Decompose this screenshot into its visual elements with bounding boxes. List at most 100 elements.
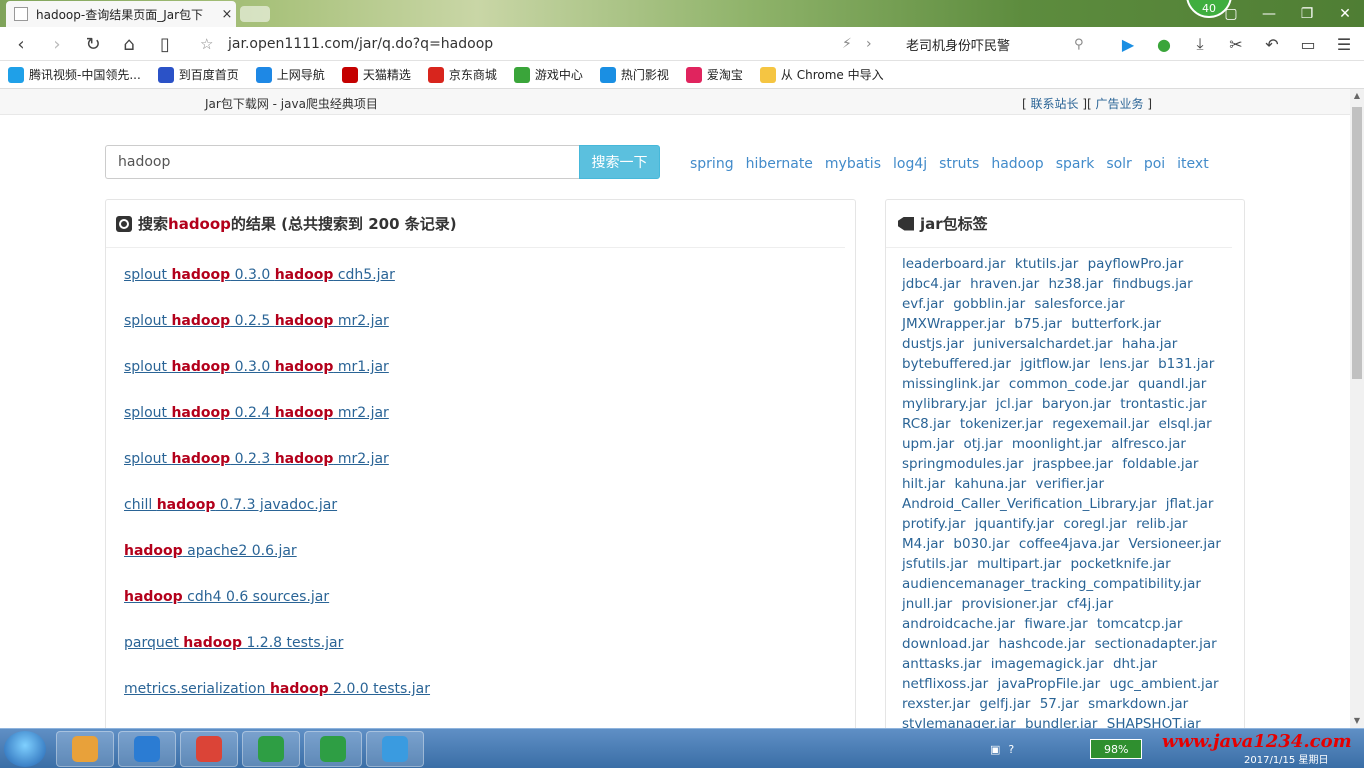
tag-link[interactable]: otj.jar [963, 436, 1002, 452]
clock-date[interactable]: 2017/1/15 星期日 [1244, 751, 1328, 766]
scroll-down-icon[interactable]: ▼ [1350, 714, 1364, 728]
result-link[interactable]: splout hadoop 0.2.3 hadoop mr2.jar [124, 451, 389, 467]
tag-link[interactable]: M4.jar [902, 536, 944, 552]
reload-icon[interactable]: ↻ [76, 27, 110, 61]
tag-link[interactable]: common_code.jar [1009, 376, 1129, 392]
url-field[interactable]: ☆ jar.open1111.com/jar/q.do?q=hadoop ⚡ › [200, 30, 890, 58]
chevron-right-icon[interactable]: › [866, 36, 890, 52]
taskbar-app-camtasia2[interactable] [304, 731, 362, 767]
quick-link[interactable]: solr [1106, 156, 1132, 172]
tag-link[interactable]: gelfj.jar [979, 696, 1030, 712]
menu-icon[interactable]: ☰ [1326, 27, 1362, 61]
tag-link[interactable]: RC8.jar [902, 416, 951, 432]
quick-link[interactable]: mybatis [825, 156, 881, 172]
tag-link[interactable]: ugc_ambient.jar [1110, 676, 1219, 692]
url-text[interactable]: jar.open1111.com/jar/q.do?q=hadoop [228, 36, 842, 52]
result-link[interactable]: parquet hadoop 1.2.8 tests.jar [124, 635, 343, 651]
tag-link[interactable]: SHAPSHOT.jar [1107, 716, 1201, 728]
tag-link[interactable]: alfresco.jar [1111, 436, 1186, 452]
tag-link[interactable]: hilt.jar [902, 476, 945, 492]
bookmark-item[interactable]: 腾讯视频-中国领先... [8, 66, 141, 83]
tag-link[interactable]: 57.jar [1040, 696, 1079, 712]
quick-link[interactable]: hibernate [746, 156, 813, 172]
tag-link[interactable]: protify.jar [902, 516, 966, 532]
tag-link[interactable]: netflixoss.jar [902, 676, 988, 692]
back-icon[interactable]: ‹ [4, 27, 38, 61]
tag-link[interactable]: payflowPro.jar [1088, 256, 1184, 272]
tag-link[interactable]: juniversalchardet.jar [973, 336, 1112, 352]
download-icon[interactable]: ⤓ [1182, 27, 1218, 61]
tag-link[interactable]: b75.jar [1014, 316, 1062, 332]
tag-link[interactable]: quandl.jar [1138, 376, 1206, 392]
result-link[interactable]: splout hadoop 0.2.4 hadoop mr2.jar [124, 405, 389, 421]
tray-icon[interactable]: ▣ [990, 743, 1000, 756]
tag-link[interactable]: mylibrary.jar [902, 396, 987, 412]
tag-link[interactable]: moonlight.jar [1012, 436, 1102, 452]
search-button[interactable]: 搜索一下 [579, 145, 660, 179]
close-window-icon[interactable]: ✕ [1326, 0, 1364, 27]
tag-link[interactable]: ktutils.jar [1015, 256, 1078, 272]
battery-indicator[interactable]: 98% [1090, 739, 1143, 759]
bookmark-item[interactable]: 热门影视 [599, 66, 669, 83]
tag-link[interactable]: relib.jar [1136, 516, 1188, 532]
minimize-icon[interactable]: — [1250, 0, 1288, 27]
tag-link[interactable]: cf4j.jar [1067, 596, 1113, 612]
bookmark-item[interactable]: 京东商城 [427, 66, 497, 83]
tag-link[interactable]: jdbc4.jar [902, 276, 961, 292]
tag-link[interactable]: findbugs.jar [1112, 276, 1192, 292]
scissors-icon[interactable]: ✂ [1218, 27, 1254, 61]
tag-link[interactable]: springmodules.jar [902, 456, 1024, 472]
wechat-icon[interactable]: ● [1146, 27, 1182, 61]
result-link[interactable]: hadoop cdh4 0.6 sources.jar [124, 589, 329, 605]
tag-link[interactable]: smarkdown.jar [1088, 696, 1188, 712]
search-icon[interactable]: ⚲ [1074, 37, 1096, 52]
tag-link[interactable]: butterfork.jar [1071, 316, 1161, 332]
tag-link[interactable]: download.jar [902, 636, 989, 652]
bookmark-item[interactable]: 到百度首页 [157, 66, 239, 83]
tag-link[interactable]: upm.jar [902, 436, 954, 452]
result-link[interactable]: splout hadoop 0.3.0 hadoop cdh5.jar [124, 267, 395, 283]
bookmark-star-icon[interactable]: ☆ [200, 35, 228, 53]
tag-link[interactable]: tomcatcp.jar [1097, 616, 1183, 632]
video-play-icon[interactable]: ▶ [1110, 27, 1146, 61]
tag-link[interactable]: provisioner.jar [962, 596, 1058, 612]
bookmark-item[interactable]: 从 Chrome 中导入 [759, 66, 884, 83]
tag-link[interactable]: trontastic.jar [1120, 396, 1206, 412]
bookmark-item[interactable]: 爱淘宝 [685, 66, 743, 83]
tag-link[interactable]: JMXWrapper.jar [902, 316, 1005, 332]
tag-link[interactable]: multipart.jar [977, 556, 1061, 572]
tag-link[interactable]: imagemagick.jar [991, 656, 1104, 672]
forward-icon[interactable]: › [40, 27, 74, 61]
tag-link[interactable]: b030.jar [953, 536, 1009, 552]
tag-link[interactable]: gobblin.jar [953, 296, 1025, 312]
result-link[interactable]: metrics.serialization hadoop 2.0.0 tests… [124, 681, 430, 697]
result-link[interactable]: splout hadoop 0.3.0 hadoop mr1.jar [124, 359, 389, 375]
tag-link[interactable]: coffee4java.jar [1019, 536, 1119, 552]
skin-icon[interactable]: ▢ [1212, 0, 1250, 27]
tag-link[interactable]: sectionadapter.jar [1095, 636, 1217, 652]
tag-link[interactable]: b131.jar [1158, 356, 1214, 372]
tag-link[interactable]: jflat.jar [1166, 496, 1214, 512]
tab-close-icon[interactable]: × [218, 7, 236, 22]
tag-link[interactable]: anttasks.jar [902, 656, 981, 672]
quick-link[interactable]: struts [939, 156, 979, 172]
help-icon[interactable]: ? [1008, 743, 1014, 756]
search-input[interactable]: hadoop [105, 145, 579, 179]
reader-icon[interactable]: ▯ [148, 27, 182, 61]
tag-link[interactable]: tokenizer.jar [960, 416, 1043, 432]
tag-link[interactable]: jgitflow.jar [1020, 356, 1090, 372]
tag-link[interactable]: hz38.jar [1048, 276, 1103, 292]
taskbar-app-chrome[interactable] [180, 731, 238, 767]
tag-link[interactable]: dustjs.jar [902, 336, 964, 352]
tag-link[interactable]: coregl.jar [1063, 516, 1126, 532]
result-link[interactable]: chill hadoop 0.7.3 javadoc.jar [124, 497, 337, 513]
tag-link[interactable]: androidcache.jar [902, 616, 1015, 632]
taskbar-app-multicolor[interactable] [56, 731, 114, 767]
tag-link[interactable]: salesforce.jar [1034, 296, 1124, 312]
tag-link[interactable]: hraven.jar [970, 276, 1039, 292]
tag-link[interactable]: hashcode.jar [998, 636, 1085, 652]
flash-icon[interactable]: ⚡ [842, 36, 866, 52]
browser-search-field[interactable]: 老司机身份吓民警 ⚲ [896, 30, 1096, 58]
quick-link[interactable]: hadoop [991, 156, 1043, 172]
vertical-scrollbar[interactable]: ▲ ▼ [1350, 89, 1364, 728]
